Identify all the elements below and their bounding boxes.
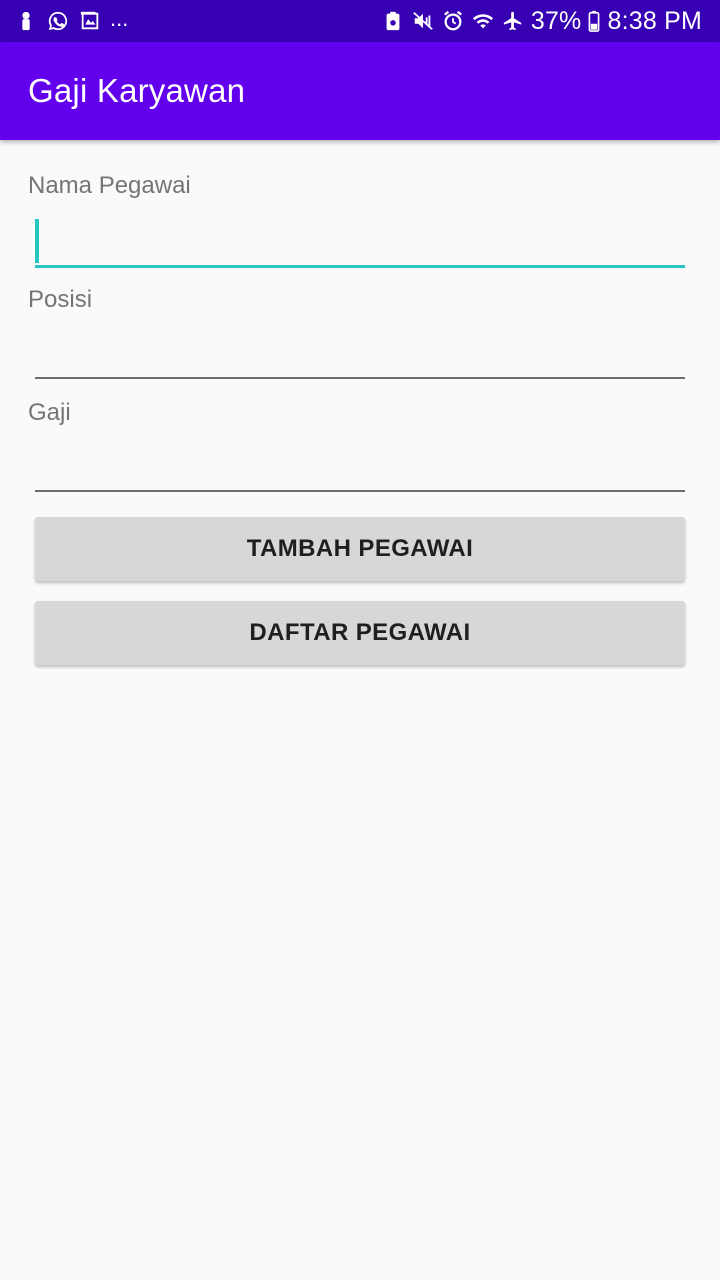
notification-person-icon [14,9,38,33]
gaji-input[interactable] [35,442,685,492]
posisi-input[interactable] [35,329,685,379]
daftar-pegawai-button[interactable]: DAFTAR PEGAWAI [35,601,685,665]
wifi-icon [471,9,495,33]
whatsapp-icon [46,9,70,33]
airplane-icon [501,9,525,33]
battery-icon [587,9,601,33]
status-left: ... [14,6,129,33]
tambah-pegawai-button[interactable]: TAMBAH PEGAWAI [35,517,685,581]
clock: 8:38 PM [607,6,702,35]
mute-icon [411,9,435,33]
text-cursor [35,219,39,263]
battery-saver-icon [381,9,405,33]
app-title: Gaji Karyawan [28,72,246,109]
nama-pegawai-input[interactable] [35,218,685,268]
app-bar: Gaji Karyawan [0,42,720,140]
gaji-label: Gaji [28,399,71,426]
status-right: 37% 8:38 PM [381,7,702,36]
overflow-indicator: ... [110,6,129,31]
posisi-label: Posisi [28,286,93,313]
alarm-icon [441,9,465,33]
status-bar: ... 37% 8:38 PM [0,0,720,42]
battery-percent: 37% [530,6,582,35]
nama-pegawai-label: Nama Pegawai [28,172,191,199]
gallery-icon [78,9,102,33]
